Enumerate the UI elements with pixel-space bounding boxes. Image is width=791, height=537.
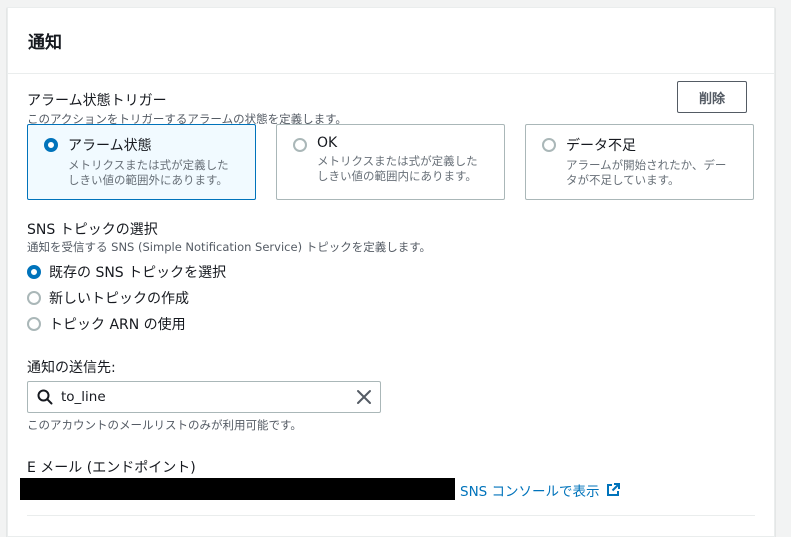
sns-console-link[interactable]: SNS コンソールで表示 [460, 480, 620, 500]
tile-desc-line: メトリクスまたは式が定義した [68, 158, 229, 172]
delete-button[interactable]: 削除 [677, 81, 747, 113]
radio-topic-arn[interactable] [27, 317, 41, 331]
search-icon [37, 389, 53, 405]
clear-icon[interactable] [356, 389, 372, 405]
option-existing-topic[interactable]: 既存の SNS トピックを選択 [27, 262, 226, 282]
tile-title: OK [317, 135, 338, 151]
radio-new-topic[interactable] [27, 291, 41, 305]
external-link-icon [606, 483, 620, 496]
email-endpoint-label: E メール (エンドポイント) [27, 460, 196, 476]
tile-desc-line: タが不足しています。 [566, 173, 680, 187]
tile-desc-line: メトリクスまたは式が定義した [317, 154, 478, 168]
tile-ok[interactable]: OK メトリクスまたは式が定義した しきい値の範囲内にあります。 [276, 124, 505, 200]
tile-desc: アラームが開始されたか、デー タが不足しています。 [566, 158, 745, 188]
option-label: 新しいトピックの作成 [49, 291, 189, 307]
radio-insufficient-data[interactable] [542, 138, 556, 152]
tile-desc: メトリクスまたは式が定義した しきい値の範囲内にあります。 [317, 154, 496, 184]
destination-label: 通知の送信先: [27, 360, 116, 376]
option-topic-arn[interactable]: トピック ARN の使用 [27, 314, 186, 334]
option-label: 既存の SNS トピックを選択 [49, 265, 227, 281]
radio-alarm-state[interactable] [44, 138, 58, 152]
option-label: トピック ARN の使用 [49, 317, 186, 333]
tile-insufficient-data[interactable]: データ不足 アラームが開始されたか、デー タが不足しています。 [525, 124, 754, 200]
destination-hint: このアカウントのメールリストのみが利用可能です。 [27, 418, 302, 432]
tile-title: アラーム状態 [68, 138, 152, 154]
panel-header: 通知 [8, 8, 774, 74]
radio-existing-topic[interactable] [27, 265, 41, 279]
tile-title: データ不足 [566, 138, 636, 154]
sns-topic-description: 通知を受信する SNS (Simple Notification Service… [27, 240, 432, 254]
tile-alarm-state[interactable]: アラーム状態 メトリクスまたは式が定義した しきい値の範囲外にあります。 [27, 124, 256, 200]
radio-ok[interactable] [293, 138, 307, 152]
destination-search[interactable] [27, 381, 381, 413]
tile-desc-line: しきい値の範囲外にあります。 [68, 173, 228, 187]
option-new-topic[interactable]: 新しいトピックの作成 [27, 288, 189, 308]
redacted-endpoint [20, 478, 455, 500]
destination-search-input[interactable] [61, 389, 356, 405]
panel-title: 通知 [28, 33, 62, 53]
sns-topic-label: SNS トピックの選択 [27, 222, 158, 238]
sns-console-link-label: SNS コンソールで表示 [460, 484, 600, 500]
tile-desc-line: アラームが開始されたか、デー [566, 158, 727, 172]
alarm-trigger-label: アラーム状態トリガー [27, 93, 167, 109]
divider [27, 515, 755, 516]
tile-desc: メトリクスまたは式が定義した しきい値の範囲外にあります。 [68, 158, 247, 188]
tile-desc-line: しきい値の範囲内にあります。 [317, 169, 477, 183]
